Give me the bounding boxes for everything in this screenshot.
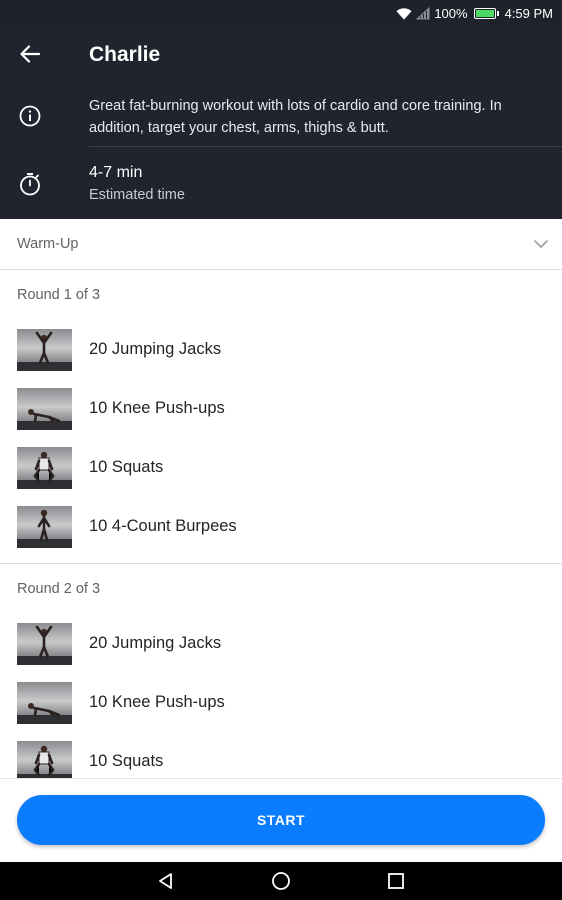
exercise-name: 20 Jumping Jacks: [89, 340, 222, 358]
round-title: Round 2 of 3: [17, 581, 101, 597]
exercise-thumbnail: [17, 740, 72, 778]
arrow-left-icon: [20, 45, 40, 63]
nav-home-button[interactable]: [224, 862, 339, 900]
exercise-item[interactable]: 10 Squats: [0, 732, 562, 778]
exercise-thumbnail: [17, 622, 72, 665]
recents-nav-icon: [388, 873, 404, 889]
header-divider: [89, 146, 562, 147]
round-title: Round 1 of 3: [17, 287, 101, 303]
chevron-down-icon: [534, 239, 548, 248]
home-nav-icon: [272, 872, 290, 890]
back-button[interactable]: [16, 40, 44, 68]
nav-back-button[interactable]: [109, 862, 224, 900]
exercise-name: 10 Squats: [89, 458, 164, 476]
exercise-item[interactable]: 10 Knee Push-ups: [0, 673, 562, 732]
exercise-name: 10 Knee Push-ups: [89, 399, 225, 417]
battery-icon: [473, 7, 499, 19]
battery-percent: 100%: [434, 5, 468, 21]
warmup-label: Warm-Up: [17, 236, 79, 252]
exercise-name: 10 Knee Push-ups: [89, 693, 225, 711]
exercise-thumbnail: [17, 681, 72, 724]
exercise-name: 10 Squats: [89, 752, 164, 770]
nav-recents-button[interactable]: [339, 862, 454, 900]
round-section: Round 2 of 3 20 Jumping Jacks 10 Knee Pu…: [0, 564, 562, 778]
round-section: Round 1 of 3 20 Jumping Jacks 10 Knee Pu…: [0, 270, 562, 564]
exercise-thumbnail: [17, 505, 72, 548]
page-title: Charlie: [89, 43, 161, 66]
clock: 4:59 PM: [504, 5, 553, 21]
status-bar: 100% 4:59 PM: [0, 0, 562, 26]
exercise-item[interactable]: 10 Squats: [0, 438, 562, 497]
exercise-item[interactable]: 20 Jumping Jacks: [0, 614, 562, 673]
stopwatch-icon: [19, 172, 41, 201]
exercise-name: 20 Jumping Jacks: [89, 634, 222, 652]
exercise-name: 10 4-Count Burpees: [89, 517, 237, 535]
exercise-item[interactable]: 10 Knee Push-ups: [0, 379, 562, 438]
exercise-thumbnail: [17, 446, 72, 489]
workout-header: Charlie Great fat-burning workout with l…: [0, 26, 562, 219]
estimated-time-label: Estimated time: [89, 187, 185, 203]
start-button[interactable]: START: [17, 795, 545, 845]
wifi-icon: [396, 7, 412, 20]
bottom-action-bar: START: [0, 778, 562, 862]
back-nav-icon: [159, 873, 172, 889]
exercise-thumbnail: [17, 328, 72, 371]
info-icon: [19, 105, 41, 132]
workout-description: Great fat-burning workout with lots of c…: [89, 98, 502, 136]
exercise-thumbnail: [17, 387, 72, 430]
exercise-item[interactable]: 10 4-Count Burpees: [0, 497, 562, 556]
warmup-section[interactable]: Warm-Up: [0, 219, 562, 270]
signal-icon: [416, 6, 430, 20]
estimated-time-value: 4-7 min: [89, 164, 143, 181]
system-nav-bar: [0, 862, 562, 900]
exercise-list[interactable]: Warm-Up Round 1 of 3 20 Jumping Jacks 10…: [0, 219, 562, 778]
exercise-item[interactable]: 20 Jumping Jacks: [0, 320, 562, 379]
